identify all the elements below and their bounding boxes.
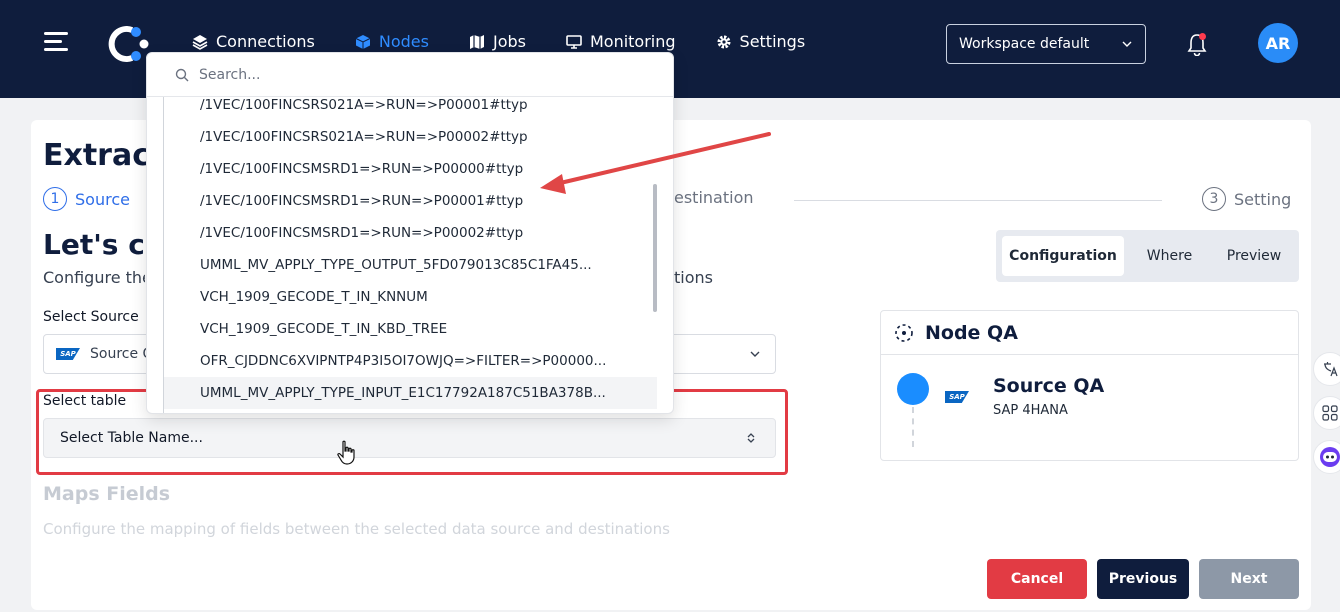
gear-icon <box>717 35 731 48</box>
step-label: Source <box>75 189 130 209</box>
apps-icon[interactable] <box>1313 396 1340 430</box>
nav-monitoring-label: Monitoring <box>589 32 676 51</box>
bot-icon[interactable] <box>1313 440 1340 474</box>
nav-monitoring[interactable]: Monitoring <box>566 32 676 51</box>
search-icon <box>175 68 189 81</box>
node-source-name: Source QA <box>993 375 1105 397</box>
sap-logo: SAP <box>945 391 969 403</box>
tab-where[interactable]: Where <box>1128 236 1211 276</box>
tab-configuration[interactable]: Configuration <box>1002 236 1124 276</box>
node-status-dot <box>897 373 929 405</box>
nav-settings[interactable]: Settings <box>716 32 806 51</box>
user-avatar[interactable]: AR <box>1258 23 1298 63</box>
list-item[interactable]: OFR_CJDDNC6XVIPNTP4P3I5OI7OWJQ=>FILTER=>… <box>164 345 657 377</box>
step-label: Setting <box>1234 189 1292 209</box>
cube-icon <box>355 34 371 49</box>
node-panel-header: Node QA <box>881 311 1298 355</box>
nav-connections-label: Connections <box>216 32 315 51</box>
nav-settings-label: Settings <box>739 32 806 51</box>
list-item[interactable]: /1VEC/100FINCSMSRD1=>RUN=>P00002#ttyp <box>164 217 657 249</box>
cancel-button[interactable]: Cancel <box>987 559 1087 599</box>
translate-icon[interactable] <box>1313 352 1340 386</box>
step-number: 3 <box>1202 187 1226 211</box>
step-number: 1 <box>43 187 67 211</box>
node-icon <box>895 323 913 342</box>
nav-nodes[interactable]: Nodes <box>355 32 429 51</box>
main-nav: Connections Nodes Jobs Monitoring Settin… <box>192 32 805 51</box>
step-setting[interactable]: 3 Setting <box>1202 187 1291 211</box>
nav-jobs-label: Jobs <box>492 32 526 51</box>
section-subtitle: Configure the <box>43 268 145 287</box>
monitor-icon <box>566 34 582 49</box>
section-subtitle-tail: tions <box>674 268 713 287</box>
map-icon <box>469 34 484 49</box>
list-item[interactable]: /1VEC/100FINCSMSRD1=>RUN=>P00001#ttyp <box>164 185 657 217</box>
config-tabs: Configuration Where Preview <box>996 230 1299 282</box>
menu-icon[interactable] <box>44 32 70 52</box>
dropdown-scrollbar[interactable] <box>653 184 657 312</box>
step-connector <box>794 200 1162 201</box>
side-toolbar <box>1313 352 1340 484</box>
section-title: Let's co <box>43 228 145 261</box>
nav-jobs[interactable]: Jobs <box>469 32 526 51</box>
search-input[interactable] <box>199 66 599 83</box>
nav-connections[interactable]: Connections <box>192 32 315 51</box>
node-connector-line <box>912 407 914 447</box>
select-source-label: Select Source <box>43 309 139 325</box>
maps-fields-subtitle: Configure the mapping of fields between … <box>43 520 670 538</box>
hand-cursor-icon <box>337 440 355 465</box>
list-item[interactable]: /1VEC/100FINCSRS021A=>RUN=>P00001#ttyp <box>164 97 657 121</box>
app-logo[interactable] <box>106 24 150 64</box>
list-item[interactable]: UMML_MV_APPLY_TYPE_OUTPUT_5FD079013C85C1… <box>164 249 657 281</box>
stack-icon <box>192 34 208 50</box>
node-source-type: SAP 4HANA <box>993 403 1068 418</box>
chevron-down-icon <box>750 351 760 357</box>
maps-fields-title: Maps Fields <box>43 483 171 505</box>
list-item[interactable]: UMML_MV_APPLY_TYPE_INPUT_E1C17792A187C51… <box>164 377 657 409</box>
tab-preview[interactable]: Preview <box>1215 236 1293 276</box>
notification-dot <box>1199 33 1206 40</box>
nav-nodes-label: Nodes <box>378 32 429 51</box>
list-item[interactable]: /1VEC/100FINCSRS021A=>RUN=>P00002#ttyp <box>164 121 657 153</box>
table-dropdown-menu: /1VEC/100FINCSRS021A=>RUN=>P00001#ttyp /… <box>146 52 674 414</box>
workspace-select-value: Workspace default <box>959 36 1090 52</box>
list-item[interactable]: VCH_1909_GECODE_T_IN_KBD_TREE <box>164 313 657 345</box>
list-item[interactable]: VCH_1909_GECODE_T_IN_KNNUM <box>164 281 657 313</box>
next-button[interactable]: Next <box>1199 559 1299 599</box>
workspace-select[interactable]: Workspace default <box>946 24 1146 64</box>
sap-logo: SAP <box>56 348 80 360</box>
dropdown-list[interactable]: /1VEC/100FINCSRS021A=>RUN=>P00001#ttyp /… <box>163 97 657 413</box>
node-title: Node QA <box>925 321 1018 344</box>
step-source[interactable]: 1 Source <box>43 187 130 211</box>
step-destination-label[interactable]: estination <box>674 188 754 207</box>
dropdown-search <box>147 53 673 97</box>
chevron-down-icon <box>1122 41 1132 47</box>
node-panel: Node QA SAP Source QA SAP 4HANA <box>880 310 1299 461</box>
previous-button[interactable]: Previous <box>1097 559 1189 599</box>
select-source-value: Source Q <box>90 346 146 362</box>
list-item[interactable]: /1VEC/100FINCSMSRD1=>RUN=>P00000#ttyp <box>164 153 657 185</box>
